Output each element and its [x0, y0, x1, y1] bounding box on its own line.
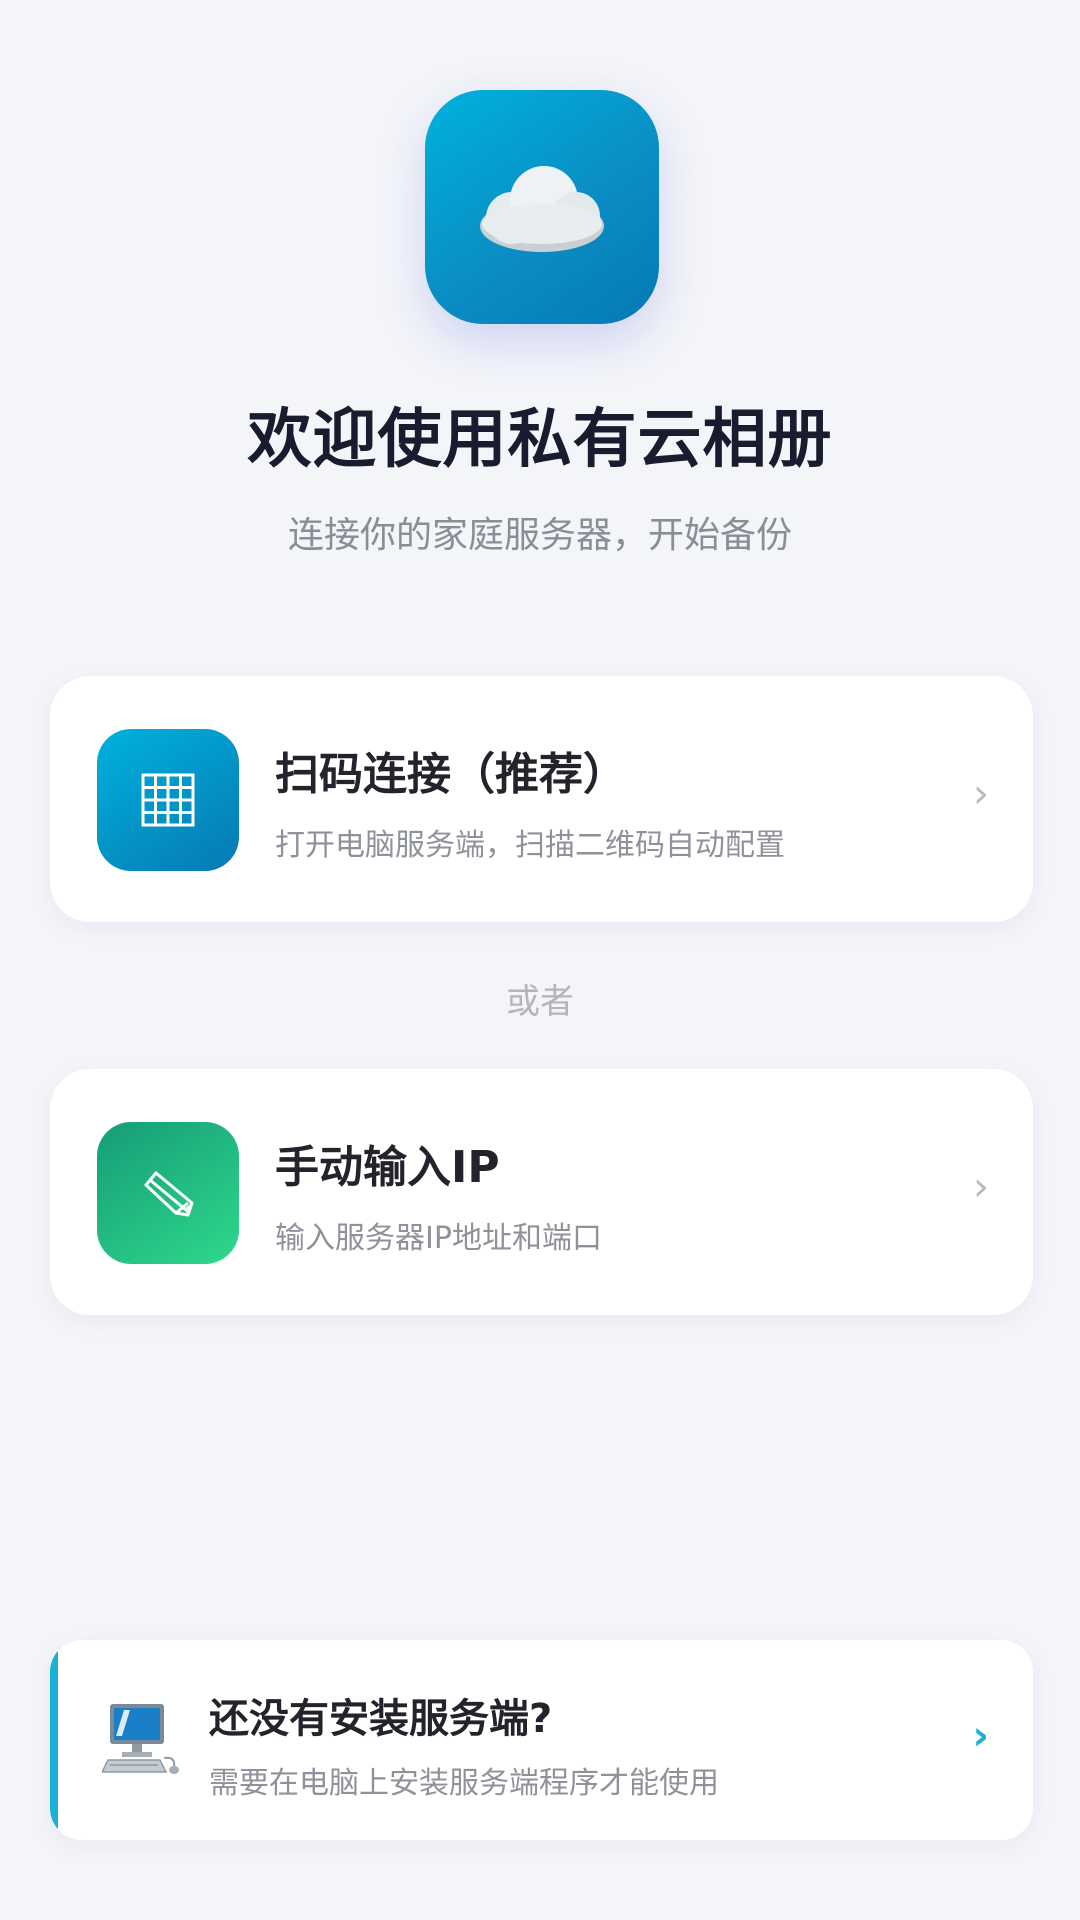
- app-logo: [425, 90, 659, 324]
- accent-bar: [50, 1640, 58, 1840]
- install-server-description: 需要在电脑上安装服务端程序才能使用: [209, 1766, 719, 1801]
- scan-connect-title: 扫码连接（推荐）: [275, 749, 627, 800]
- chevron-right-icon: ›: [973, 1164, 989, 1210]
- scan-connect-description: 打开电脑服务端，扫描二维码自动配置: [275, 828, 785, 863]
- manual-ip-card[interactable]: 手动输入IP 输入服务器IP地址和端口 ›: [50, 1069, 1033, 1315]
- cloud-icon: [480, 166, 604, 252]
- chevron-right-icon: ›: [972, 1713, 989, 1759]
- pencil-icon: [144, 1171, 194, 1217]
- page-title: 欢迎使用私有云相册: [247, 403, 833, 477]
- computer-icon: [100, 1702, 182, 1782]
- install-server-title: 还没有安装服务端?: [209, 1696, 553, 1742]
- scan-connect-icon-tile: [97, 729, 239, 871]
- page-subtitle: 连接你的家庭服务器，开始备份: [287, 515, 792, 556]
- manual-ip-icon-tile: [97, 1122, 239, 1264]
- manual-ip-description: 输入服务器IP地址和端口: [275, 1221, 602, 1256]
- scan-connect-card[interactable]: 扫码连接（推荐） 打开电脑服务端，扫描二维码自动配置 ›: [50, 676, 1033, 922]
- manual-ip-title: 手动输入IP: [275, 1142, 500, 1193]
- or-divider: 或者: [506, 982, 574, 1022]
- chevron-right-icon: ›: [973, 771, 989, 817]
- qr-code-icon: [141, 773, 195, 827]
- install-server-card[interactable]: 还没有安装服务端? 需要在电脑上安装服务端程序才能使用 ›: [50, 1640, 1033, 1840]
